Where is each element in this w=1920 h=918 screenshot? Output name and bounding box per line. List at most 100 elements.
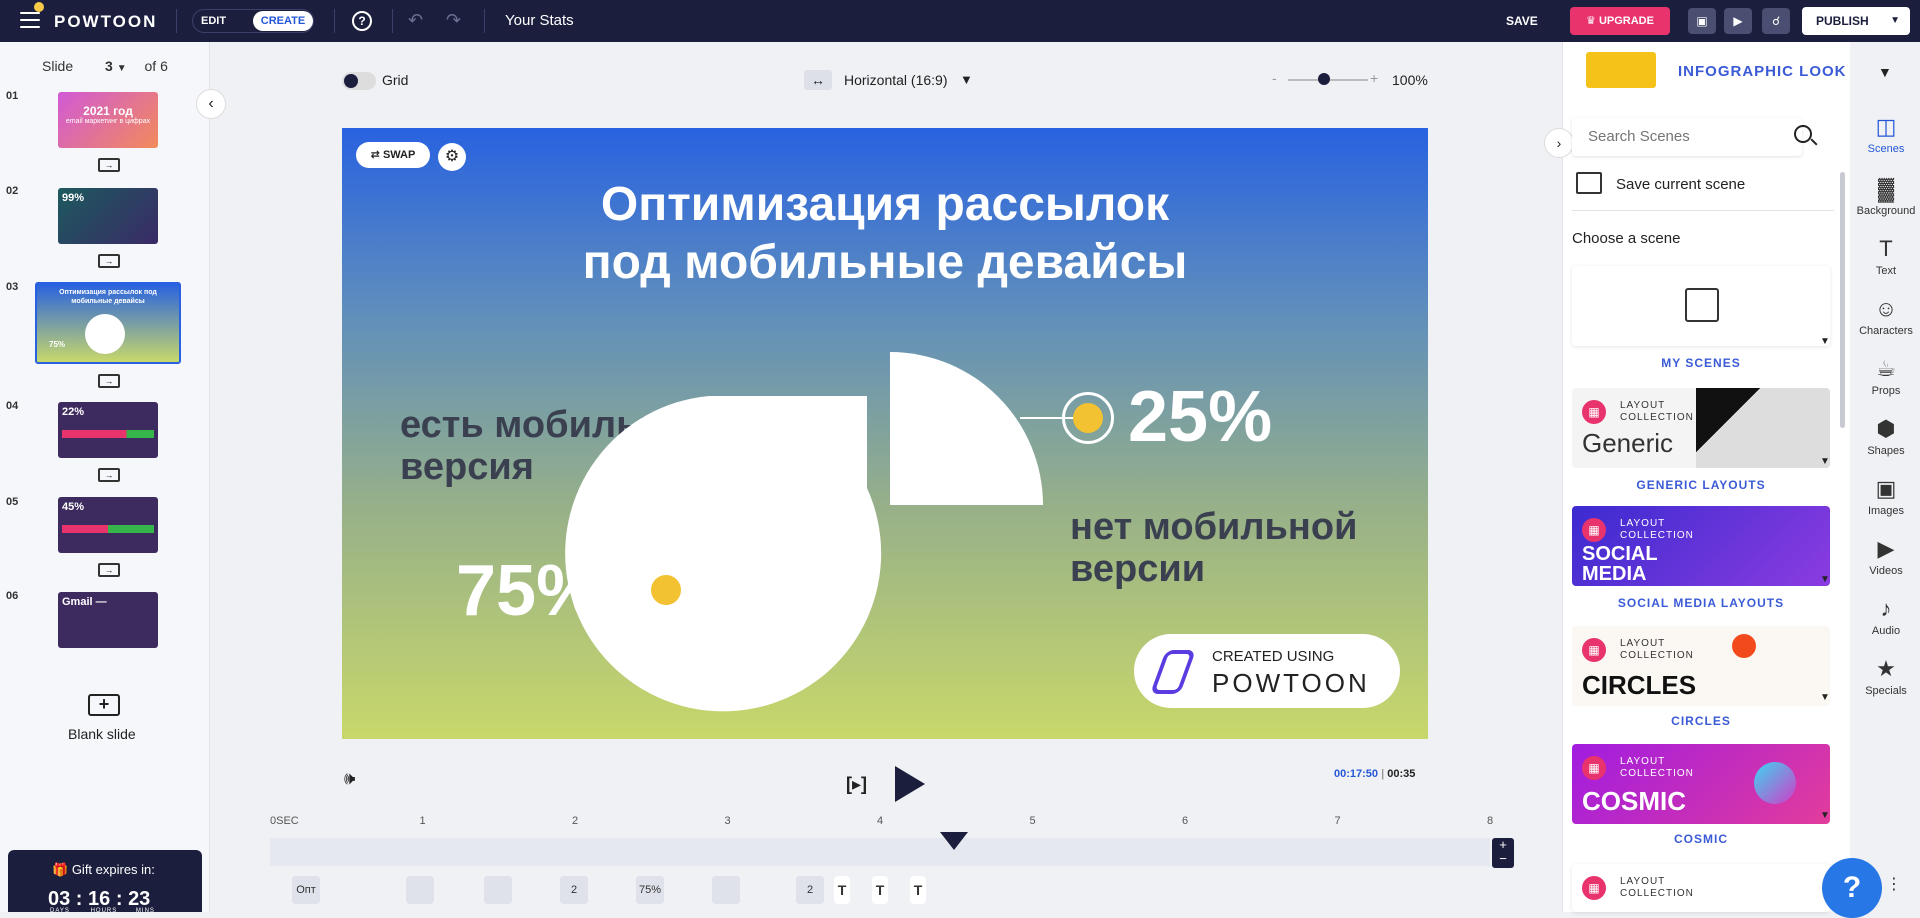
- next-layout-card[interactable]: ▦ LAYOUT COLLECTION: [1572, 864, 1830, 912]
- powtoon-logo[interactable]: POWTOON: [54, 12, 157, 32]
- redo-icon[interactable]: ↷: [446, 10, 461, 31]
- tool-background[interactable]: ▓ Background: [1852, 176, 1920, 217]
- publish-button[interactable]: PUBLISH ▼: [1802, 7, 1910, 35]
- tool-specials[interactable]: ★ Specials: [1852, 656, 1920, 697]
- cosmic-card[interactable]: ▦ LAYOUT COLLECTION COSMIC: [1572, 744, 1830, 824]
- timeline-element[interactable]: 2: [796, 876, 824, 904]
- tool-shapes[interactable]: ⬢ Shapes: [1852, 416, 1920, 457]
- tool-text[interactable]: T Text: [1852, 236, 1920, 277]
- generic-layouts-card[interactable]: ▦ LAYOUT COLLECTION Generic: [1572, 388, 1830, 468]
- preview-video-icon[interactable]: ▣: [1688, 8, 1716, 34]
- transition-icon[interactable]: →: [98, 374, 120, 388]
- grid-toggle[interactable]: [342, 72, 376, 90]
- timeline-zoom-buttons[interactable]: + −: [1492, 838, 1514, 868]
- play-from-frame-icon[interactable]: [▸]: [846, 774, 867, 795]
- transition-icon[interactable]: →: [98, 563, 120, 577]
- chevron-down-icon[interactable]: ▼: [1820, 692, 1830, 703]
- pct-25[interactable]: 25%: [1128, 376, 1272, 458]
- play-icon[interactable]: [895, 766, 925, 802]
- zoom-out-button[interactable]: -: [1272, 70, 1277, 86]
- timeline-element[interactable]: T: [834, 876, 850, 904]
- gift-timer[interactable]: 🎁 Gift expires in: 03 : 16 : 23 DAYS HOU…: [8, 850, 202, 914]
- pct-75[interactable]: 75%: [456, 550, 600, 632]
- orientation-dropdown[interactable]: Horizontal (16:9): [844, 72, 948, 88]
- expand-panel-icon[interactable]: ›: [1544, 128, 1574, 158]
- playhead[interactable]: [940, 832, 968, 850]
- slide-thumbnail-1[interactable]: 2021 год email маркетинг в цифрах: [58, 92, 158, 148]
- slide-current[interactable]: 3: [105, 58, 113, 74]
- transition-icon[interactable]: →: [98, 158, 120, 172]
- card-label[interactable]: GENERIC LAYOUTS: [1572, 478, 1830, 492]
- timeline-element[interactable]: T: [872, 876, 888, 904]
- timeline-element[interactable]: Опт: [292, 876, 320, 904]
- tool-videos[interactable]: ▶ Videos: [1852, 536, 1920, 577]
- look-title[interactable]: INFOGRAPHIC LOOK: [1678, 63, 1847, 80]
- timeline-element[interactable]: [406, 876, 434, 904]
- tool-images[interactable]: ▣ Images: [1852, 476, 1920, 517]
- card-label[interactable]: MY SCENES: [1572, 356, 1830, 370]
- slide-thumbnail-5[interactable]: 45%: [58, 497, 158, 553]
- timeline-element[interactable]: [712, 876, 740, 904]
- slide-thumbnail-4[interactable]: 22%: [58, 402, 158, 458]
- slide-thumbnail-2[interactable]: 99%: [58, 188, 158, 244]
- edit-create-toggle[interactable]: EDIT CREATE: [192, 9, 314, 33]
- orientation-arrows-icon[interactable]: ↔: [804, 70, 832, 90]
- zoom-in-button[interactable]: +: [1370, 70, 1378, 86]
- tool-props[interactable]: ☕ Props: [1852, 356, 1920, 397]
- chevron-down-icon[interactable]: ▼: [1820, 574, 1830, 585]
- card-label[interactable]: COSMIC: [1572, 832, 1830, 846]
- slide-canvas[interactable]: ⇄ SWAP ⚙ Оптимизация рассылок под мобиль…: [342, 128, 1428, 739]
- transition-icon[interactable]: →: [98, 254, 120, 268]
- tool-scenes[interactable]: ◫ Scenes: [1852, 114, 1920, 155]
- chevron-down-icon[interactable]: ▼: [960, 72, 973, 87]
- timeline-element[interactable]: T: [910, 876, 926, 904]
- timeline-element[interactable]: 2: [560, 876, 588, 904]
- circle-decoration: [1732, 634, 1756, 658]
- timeline-element[interactable]: 75%: [636, 876, 664, 904]
- edit-mode-button[interactable]: EDIT: [201, 15, 226, 27]
- add-blank-slide-icon[interactable]: +: [88, 694, 120, 716]
- timeline-track[interactable]: [270, 838, 1490, 866]
- timeline-element[interactable]: [484, 876, 512, 904]
- upgrade-button[interactable]: ♛ UPGRADE: [1570, 7, 1670, 35]
- search-input[interactable]: [1588, 128, 1778, 145]
- tool-audio[interactable]: ♪ Audio: [1852, 596, 1920, 637]
- infographic-look-icon[interactable]: [1586, 52, 1656, 88]
- circles-card[interactable]: ▦ LAYOUT COLLECTION CIRCLES: [1572, 626, 1830, 706]
- chevron-down-icon[interactable]: ▼: [1820, 336, 1830, 347]
- blank-slide-button[interactable]: Blank slide: [68, 726, 136, 742]
- save-button[interactable]: SAVE: [1506, 14, 1538, 28]
- slide-selector[interactable]: Slide 3 ▼ of 6: [42, 58, 168, 74]
- search-scenes[interactable]: [1572, 118, 1802, 156]
- share-icon[interactable]: ☌: [1762, 8, 1790, 34]
- save-scene-icon[interactable]: [1576, 172, 1602, 194]
- my-scenes-card[interactable]: [1572, 266, 1830, 346]
- chevron-down-icon[interactable]: ▼: [117, 63, 127, 74]
- hamburger-menu-icon[interactable]: [20, 12, 40, 28]
- presentation-title[interactable]: Your Stats: [505, 12, 574, 29]
- card-label[interactable]: CIRCLES: [1572, 714, 1830, 728]
- create-mode-button[interactable]: CREATE: [253, 11, 313, 31]
- slide-thumbnail-6[interactable]: Gmail —: [58, 592, 158, 648]
- social-media-layouts-card[interactable]: ▦ LAYOUT COLLECTION SOCIAL MEDIA: [1572, 506, 1830, 586]
- help-fab-button[interactable]: ?: [1822, 858, 1882, 918]
- slide-thumbnail-3-selected[interactable]: Оптимизация рассылок под мобильные девай…: [35, 282, 181, 364]
- volume-icon[interactable]: 🕪: [344, 768, 355, 789]
- undo-icon[interactable]: ↶: [408, 10, 423, 31]
- help-icon[interactable]: ?: [352, 11, 372, 31]
- scrollbar[interactable]: [1840, 172, 1845, 428]
- marker-dot[interactable]: [1062, 392, 1114, 444]
- tool-characters[interactable]: ☺ Characters: [1852, 296, 1920, 337]
- save-current-scene-button[interactable]: Save current scene: [1616, 176, 1745, 193]
- more-options-icon[interactable]: ⋮: [1886, 874, 1902, 894]
- card-label[interactable]: SOCIAL MEDIA LAYOUTS: [1572, 596, 1830, 610]
- transition-icon[interactable]: →: [98, 468, 120, 482]
- chevron-down-icon[interactable]: ▼: [1820, 456, 1830, 467]
- search-icon[interactable]: [1794, 125, 1812, 143]
- chevron-down-icon[interactable]: ▼: [1878, 64, 1892, 80]
- chevron-down-icon[interactable]: ▼: [1820, 810, 1830, 821]
- marker-dot[interactable]: [640, 564, 692, 616]
- zoom-slider-handle[interactable]: [1318, 73, 1330, 85]
- play-preview-icon[interactable]: ▶: [1724, 8, 1752, 34]
- collapse-panel-icon[interactable]: ‹: [196, 89, 226, 119]
